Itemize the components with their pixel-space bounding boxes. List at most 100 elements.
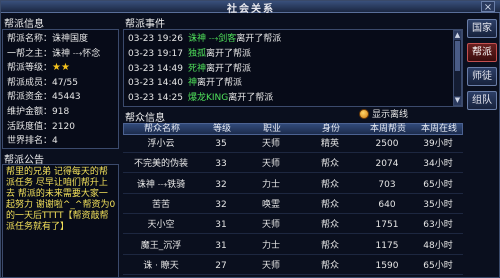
guild-info-row: 帮派名称：诛神国度	[7, 33, 88, 45]
nav-button-3[interactable]: 组队	[467, 91, 497, 110]
nav-button-2[interactable]: 师徒	[467, 67, 497, 86]
member-cell: 天小空	[147, 220, 175, 231]
guild-info-key: 维护金额：	[7, 107, 53, 117]
scroll-up-icon[interactable]: ▲	[454, 31, 461, 40]
member-cell: 640	[378, 199, 396, 210]
member-cell: 不完美的伪装	[133, 159, 188, 170]
members-table-header: 帮众名称 等级 职业 身份 本周帮贡 本周在线	[123, 123, 463, 135]
guild-info-value: 诛神 ⤏怀念	[52, 48, 101, 59]
column-header[interactable]: 帮众名称	[124, 124, 200, 135]
member-cell: 35小时	[423, 199, 453, 210]
guild-info-panel: 帮派名称：诛神国度 一帮之主：诛神 ⤏怀念 帮派等级：★★ 帮派成员：47/55 帮派资…	[2, 29, 119, 149]
show-offline-label: 显示离线	[372, 110, 409, 120]
event-member-name: 爆龙KING	[188, 93, 229, 104]
scroll-thumb[interactable]	[455, 41, 460, 71]
events-panel: 03-23 19:26 诛神 ⤏剑客离开了帮派 03-23 19:17 独孤离开了帮派…	[123, 29, 463, 107]
column-header[interactable]: 本周帮贡	[362, 124, 414, 135]
member-cell: 魔王_沉浮	[140, 240, 182, 251]
guild-info-label: 帮派信息	[4, 19, 44, 30]
members-label: 帮众信息	[125, 113, 165, 124]
member-row[interactable]: 不完美的伪装 33 天师 帮众 2074 34小时	[123, 156, 463, 174]
guild-info-key: 一帮之主：	[7, 48, 53, 59]
member-cell: 唤霊	[261, 199, 280, 210]
event-action: 离开了帮派	[228, 93, 274, 104]
guild-info-value: 47/55	[52, 77, 78, 88]
guild-info-row: 维护金额：918	[7, 106, 69, 118]
event-time: 03-23 14:25	[128, 93, 183, 104]
guild-info-row: 一帮之主：诛神 ⤏怀念	[7, 48, 100, 60]
column-header[interactable]: 职业	[244, 124, 300, 135]
event-member-name: 神	[188, 78, 198, 89]
events-scrollbar[interactable]: ▲ ▼	[453, 30, 462, 106]
event-action: 离开了帮派	[236, 34, 282, 44]
member-cell: 力士	[261, 240, 280, 251]
guild-info-key: 帮派成员：	[7, 77, 53, 88]
member-cell: 天师	[261, 260, 280, 271]
show-offline-toggle[interactable]: 显示离线	[359, 109, 408, 121]
event-row: 03-23 19:17 独孤离开了帮派	[128, 48, 251, 60]
guild-info-value: 2120	[52, 121, 75, 132]
guild-level-stars: ★★	[52, 62, 70, 74]
guild-info-key: 帮派名称：	[7, 34, 53, 44]
member-cell: 35	[215, 139, 227, 149]
scroll-down-icon[interactable]: ▼	[454, 96, 461, 105]
event-member-name: 诛神 ⤏剑客	[188, 34, 237, 44]
title-bar[interactable]: 社会关系 ×	[1, 1, 500, 15]
guild-info-value: 诛神国度	[52, 34, 89, 44]
event-action: 离开了帮派	[206, 48, 252, 59]
member-cell: 诛神 ⤏铁骑	[136, 179, 186, 190]
member-cell: 1175	[375, 240, 399, 251]
window-title: 社会关系	[227, 4, 275, 15]
events-label: 帮派事件	[125, 19, 165, 30]
event-row: 03-23 19:26 诛神 ⤏剑客离开了帮派	[128, 33, 281, 45]
member-cell: 65小时	[423, 260, 453, 271]
guild-info-row: 帮派等级：★★	[7, 62, 70, 74]
member-cell: 天师	[261, 159, 280, 170]
column-header[interactable]: 等级	[200, 124, 244, 135]
toggle-radio-icon[interactable]	[359, 109, 369, 119]
guild-info-key: 活跃度值：	[7, 121, 53, 132]
member-cell: 力士	[261, 179, 280, 190]
member-cell: 天师	[261, 220, 280, 231]
member-cell: 帮众	[320, 199, 339, 210]
member-cell: 34小时	[423, 159, 453, 170]
guild-notice-panel: 帮里的兄弟 记得每天的帮派任务 尽早让咱们帮升上去 帮派的未来需要大家一起努力 …	[2, 164, 119, 278]
event-row: 03-23 14:25 爆龙KING离开了帮派	[128, 92, 273, 104]
member-cell: 浮小云	[147, 139, 175, 149]
member-cell: 帮众	[320, 240, 339, 251]
guild-info-row: 活跃度值：2120	[7, 121, 75, 133]
member-cell: 2500	[375, 139, 399, 149]
event-action: 离开了帮派	[197, 78, 243, 89]
event-time: 03-23 14:40	[128, 78, 183, 89]
member-cell: 帮众	[320, 220, 339, 231]
member-cell: 帮众	[320, 179, 339, 190]
column-header[interactable]: 本周在线	[414, 124, 464, 135]
guild-info-key: 世界排名：	[7, 136, 53, 147]
member-cell: 精英	[320, 139, 339, 149]
event-row: 03-23 14:49 死神离开了帮派	[128, 63, 251, 75]
guild-info-value: 45443	[52, 92, 81, 103]
member-row[interactable]: 天小空 31 天师 帮众 1751 63小时	[123, 217, 463, 235]
member-cell: 48小时	[423, 240, 453, 251]
guild-notice-text: 帮里的兄弟 记得每天的帮派任务 尽早让咱们帮升上去 帮派的未来需要大家一起努力 …	[6, 167, 116, 232]
event-action: 离开了帮派	[206, 63, 252, 74]
column-header[interactable]: 身份	[300, 124, 362, 135]
member-row[interactable]: 诛 · 瞭天 27 天师 帮众 1590 65小时	[123, 258, 463, 275]
nav-button-1[interactable]: 帮派	[467, 43, 497, 62]
member-row[interactable]: 诛神 ⤏铁骑 32 力士 帮众 703 65小时	[123, 177, 463, 194]
member-cell: 27	[215, 260, 227, 271]
member-row[interactable]: 魔王_沉浮 31 力士 帮众 1175 48小时	[123, 238, 463, 255]
guild-info-value: 4	[52, 136, 58, 147]
member-row[interactable]: 浮小云 35 天师 精英 2500 39小时	[123, 136, 463, 153]
member-cell: 32	[215, 199, 227, 210]
event-time: 03-23 19:17	[128, 48, 183, 59]
nav-button-0[interactable]: 国家	[467, 19, 497, 38]
member-cell: 2074	[375, 159, 399, 170]
social-window: 社会关系 × 帮派信息 帮派名称：诛神国度 一帮之主：诛神 ⤏怀念 帮派等级：★★ 帮…	[0, 0, 500, 278]
member-cell: 65小时	[423, 179, 453, 190]
event-member-name: 死神	[188, 63, 207, 74]
close-icon[interactable]: ×	[481, 1, 495, 13]
member-cell: 1590	[375, 260, 399, 271]
member-cell: 31	[215, 220, 227, 231]
member-row[interactable]: 苦苦 32 唤霊 帮众 640 35小时	[123, 197, 463, 214]
